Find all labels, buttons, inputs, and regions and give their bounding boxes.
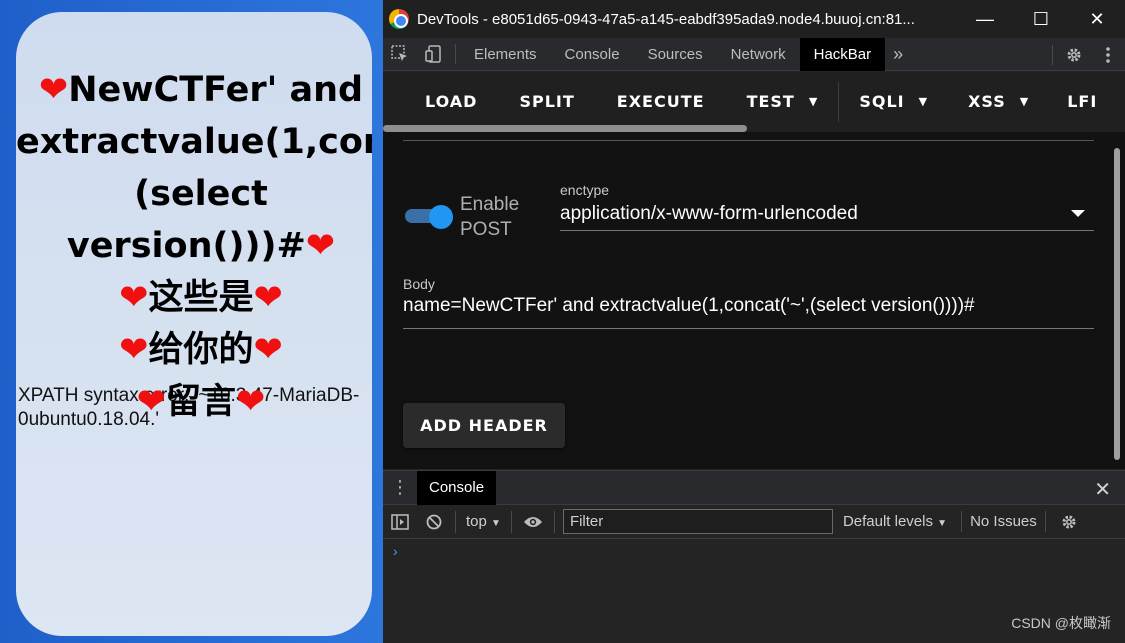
tab-console[interactable]: Console (551, 38, 634, 71)
message-line: ❤这些是❤ (16, 272, 372, 324)
caret-down-icon: ▼ (937, 518, 948, 529)
body-underline (403, 328, 1094, 329)
message-text: extractvalue(1,con (16, 122, 372, 162)
console-drawer-header: ⋮ Console ✕ (383, 470, 1125, 505)
url-field-underline (403, 140, 1094, 141)
toolbar-divider (455, 510, 456, 533)
context-select[interactable]: top ▼ (460, 513, 507, 530)
heart-icon: ❤ (38, 70, 69, 110)
message-line: (select (16, 168, 372, 220)
drawer-menu-icon[interactable]: ⋮ (383, 477, 417, 498)
hackbar-toolbar: LOAD SPLIT EXECUTE TEST ▼ SQLI ▼ XSS ▼ LFI (383, 72, 1125, 132)
chrome-icon (389, 9, 409, 29)
xss-menu-button[interactable]: XSS ▼ (968, 72, 1029, 132)
inspect-element-icon[interactable] (383, 38, 417, 71)
vertical-scrollbar[interactable] (1114, 148, 1120, 460)
caret-down-icon: ▼ (1019, 95, 1030, 108)
heart-icon: ❤ (305, 226, 336, 266)
console-prompt-icon: › (393, 543, 398, 559)
add-header-button[interactable]: ADD HEADER (403, 403, 565, 448)
toolbar-divider (553, 510, 555, 533)
sidebar-toggle-icon[interactable] (383, 505, 417, 539)
heart-icon: ❤ (119, 278, 149, 318)
tab-hackbar[interactable]: HackBar (799, 37, 886, 71)
enable-post-toggle[interactable] (405, 205, 453, 229)
message-text: 给你的 (148, 330, 254, 370)
heart-icon: ❤ (253, 330, 283, 370)
horizontal-scrollbar[interactable] (383, 125, 747, 132)
caret-down-icon: ▼ (491, 518, 501, 529)
console-output[interactable]: › CSDN @枚瞰渐 (383, 539, 1125, 643)
caret-down-icon: ▼ (808, 95, 819, 108)
window-title: DevTools - e8051d65-0943-47a5-a145-eabdf… (417, 10, 915, 28)
heart-icon: ❤ (236, 382, 266, 422)
split-button[interactable]: SPLIT (519, 72, 574, 132)
message-line: ❤留言❤ (16, 376, 372, 428)
tab-elements[interactable]: Elements (460, 38, 551, 71)
settings-gear-icon[interactable] (1057, 38, 1091, 71)
watermark: CSDN @枚瞰渐 (1011, 615, 1111, 631)
page-viewport: XPATH syntax error: '~10.3.47-MariaDB-0u… (16, 12, 372, 636)
toolbar-divider (510, 510, 512, 533)
hackbar-panel: Enable POST enctype application/x-www-for… (383, 132, 1125, 469)
heart-icon: ❤ (119, 330, 149, 370)
minimize-button[interactable]: — (957, 0, 1013, 38)
maximize-button[interactable]: ☐ (1013, 0, 1069, 38)
log-levels-select[interactable]: Default levels ▼ (843, 513, 947, 530)
enctype-label: enctype (560, 182, 610, 198)
execute-button[interactable]: EXECUTE (617, 72, 705, 132)
close-drawer-icon[interactable]: ✕ (1094, 477, 1111, 502)
message-text: 这些是 (148, 278, 254, 318)
tab-network[interactable]: Network (717, 38, 800, 71)
message-text: (select (134, 174, 268, 214)
enable-post-label-line: POST (460, 219, 512, 240)
toolbar-divider (1052, 44, 1053, 65)
test-menu-button[interactable]: TEST ▼ (747, 72, 819, 132)
heart-icon: ❤ (253, 278, 283, 318)
enable-post-label: Enable POST (460, 192, 519, 242)
enctype-underline (560, 230, 1094, 231)
clear-console-icon[interactable] (417, 505, 451, 539)
device-toolbar-icon[interactable] (417, 38, 451, 71)
toolbar-divider (455, 44, 456, 64)
close-window-button[interactable]: ✕ (1069, 0, 1125, 38)
devtools-tabbar: Elements Console Sources Network HackBar… (383, 37, 1125, 71)
console-settings-gear-icon[interactable] (1052, 505, 1086, 539)
window-titlebar: DevTools - e8051d65-0943-47a5-a145-eabdf… (383, 0, 1125, 38)
heart-icon: ❤ (136, 382, 166, 422)
console-toolbar: top ▼ Default levels ▼ No Issues (383, 505, 1125, 539)
body-input[interactable]: name=NewCTFer' and extractvalue(1,concat… (403, 295, 975, 317)
enctype-select[interactable]: application/x-www-form-urlencoded (560, 203, 858, 225)
message-line: extractvalue(1,con (16, 116, 372, 168)
toggle-knob (429, 205, 453, 229)
lfi-menu-button[interactable]: LFI (1067, 72, 1097, 132)
toolbar-divider (838, 82, 840, 122)
message-text: 留言 (165, 382, 236, 422)
eye-icon[interactable] (516, 505, 550, 539)
message-board: ❤NewCTFer' and extractvalue(1,con (select v… (16, 64, 372, 428)
tabbar-actions (1048, 38, 1125, 71)
sqli-menu-button[interactable]: SQLI ▼ (859, 72, 928, 132)
tab-sources[interactable]: Sources (634, 38, 717, 71)
caret-down-icon: ▼ (918, 95, 929, 108)
message-line: ❤NewCTFer' and (16, 64, 372, 116)
more-tabs-icon[interactable]: » (885, 44, 911, 65)
kebab-menu-icon[interactable] (1091, 38, 1125, 71)
message-text: NewCTFer' and (68, 70, 364, 110)
devtools-window: DevTools - e8051d65-0943-47a5-a145-eabdf… (383, 0, 1125, 643)
issues-button[interactable]: No Issues (961, 511, 1046, 532)
drawer-tab-console[interactable]: Console (417, 470, 497, 505)
body-label: Body (403, 276, 435, 292)
enable-post-label-line: Enable (460, 194, 520, 215)
message-line: version()))#❤ (16, 220, 372, 272)
console-filter-input[interactable] (562, 509, 833, 534)
message-line: ❤给你的❤ (16, 324, 372, 376)
dropdown-caret-icon[interactable] (1071, 210, 1085, 217)
load-button[interactable]: LOAD (425, 72, 477, 132)
message-text: version()))# (66, 226, 306, 266)
window-controls: — ☐ ✕ (957, 0, 1125, 38)
